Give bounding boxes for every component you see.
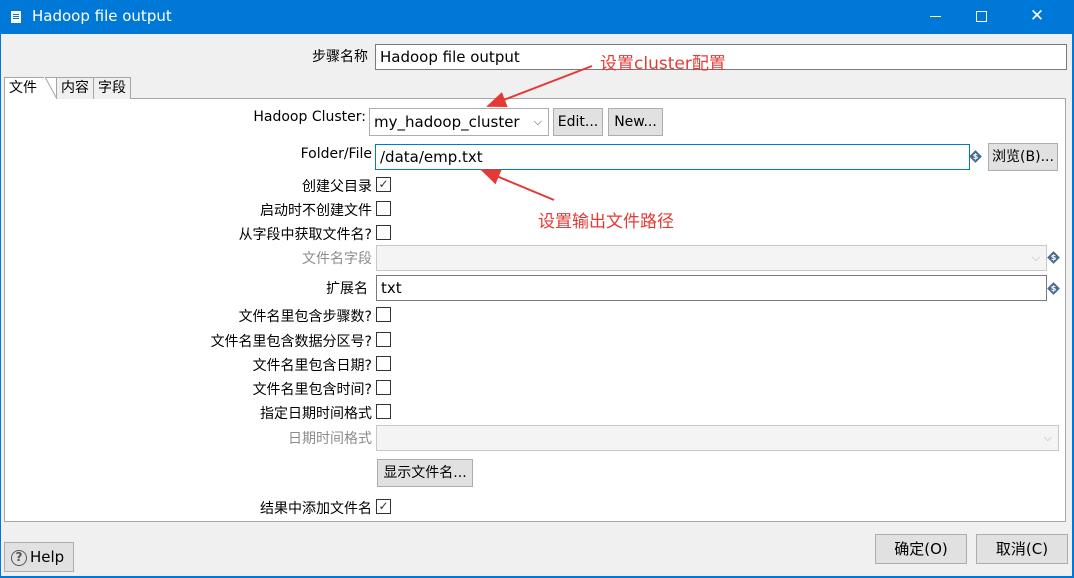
cluster-annotation-arrow	[486, 65, 593, 108]
tab-file-edge	[44, 77, 58, 99]
help-button[interactable]: ? Help	[4, 542, 74, 572]
ok-button[interactable]: 确定(O)	[875, 534, 967, 564]
help-icon: ?	[11, 549, 27, 566]
cluster-annotation: 设置cluster配置	[600, 54, 726, 74]
cancel-button[interactable]: 取消(C)	[976, 534, 1068, 564]
help-label: Help	[30, 548, 65, 566]
path-annotation-arrow	[480, 169, 555, 201]
path-annotation: 设置输出文件路径	[538, 212, 674, 232]
annotation-arrows	[480, 65, 593, 201]
